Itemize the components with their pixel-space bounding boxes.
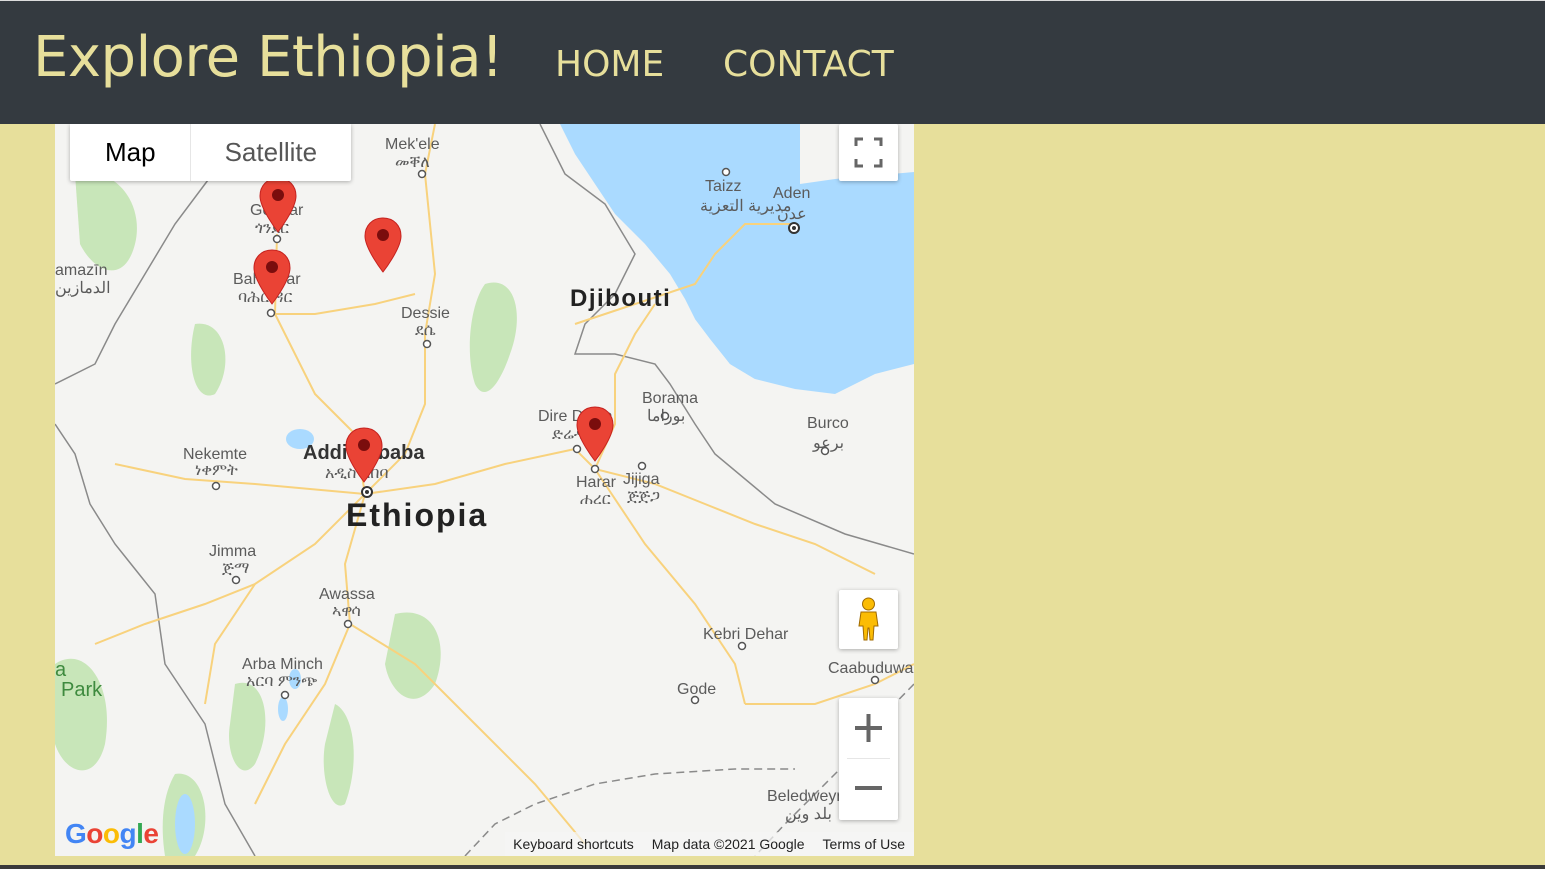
city-label-arbaminch: Arba Minch bbox=[242, 656, 323, 673]
map-marker-bahirdar[interactable] bbox=[252, 248, 292, 306]
map-type-satellite-button[interactable]: Satellite bbox=[191, 124, 352, 181]
nav-home-link[interactable]: HOME bbox=[555, 41, 664, 89]
city-label-jijiga: Jijiga bbox=[623, 471, 660, 488]
map-footer: Keyboard shortcuts Map data ©2021 Google… bbox=[505, 832, 914, 856]
zoom-in-button[interactable] bbox=[839, 698, 898, 758]
terms-of-use-link[interactable]: Terms of Use bbox=[823, 832, 905, 856]
map-type-map-button[interactable]: Map bbox=[70, 124, 191, 181]
map-data-attribution: Map data ©2021 Google bbox=[651, 836, 805, 852]
map-marker-harar[interactable] bbox=[575, 405, 615, 463]
city-label-gode: Gode bbox=[677, 681, 717, 698]
city-label-damazin-ar: الدمازين bbox=[55, 280, 111, 297]
map-type-control: Map Satellite bbox=[70, 124, 352, 181]
navbar: Explore Ethiopia! HOME CONTACT bbox=[0, 0, 1545, 124]
city-label-harar-am: ሐረር bbox=[580, 491, 611, 508]
page-bottom-edge bbox=[0, 865, 1545, 869]
city-label-beledweyne-ar: بلد وين bbox=[785, 806, 832, 823]
city-label-nekemte-am: ነቀምት bbox=[195, 462, 238, 479]
city-label-burco: Burco bbox=[807, 415, 849, 432]
city-label-dessie-am: ደሴ bbox=[415, 322, 436, 339]
map-marker-lalibela[interactable] bbox=[363, 216, 403, 274]
city-label-arbaminch-am: አርባ ምንጭ bbox=[246, 673, 318, 690]
country-label-djibouti: Djibouti bbox=[570, 285, 672, 312]
google-logo[interactable]: Google bbox=[65, 818, 159, 850]
city-label-aden-ar: عدن bbox=[777, 206, 807, 223]
country-label-ethiopia: Ethiopia bbox=[346, 497, 489, 533]
city-label-dessie: Dessie bbox=[401, 305, 450, 322]
fullscreen-icon bbox=[854, 137, 883, 168]
park-area bbox=[469, 282, 517, 393]
city-label-burco-ar: برعو bbox=[813, 435, 845, 452]
brand-title[interactable]: Explore Ethiopia! bbox=[33, 23, 503, 93]
keyboard-shortcuts-link[interactable]: Keyboard shortcuts bbox=[513, 832, 634, 856]
map-marker-gondar[interactable] bbox=[258, 176, 298, 234]
city-label-aden: Aden bbox=[773, 185, 811, 202]
city-label-jijiga-am: ጅጅጋ bbox=[627, 488, 661, 505]
city-label-borama-ar: بوراما bbox=[647, 408, 686, 425]
zoom-control bbox=[839, 698, 898, 820]
city-label-jimma: Jimma bbox=[209, 543, 257, 560]
city-label-mekele-am: መቐለ bbox=[395, 154, 430, 171]
city-label-jimma-am: ጅማ bbox=[222, 560, 250, 577]
city-label-awassa: Awassa bbox=[319, 586, 375, 603]
city-label-kebridehar: Kebri Dehar bbox=[703, 626, 789, 643]
map-marker-addis-ababa[interactable] bbox=[344, 426, 384, 484]
city-label-mekele: Mek'ele bbox=[385, 136, 440, 153]
city-label-taizz: Taizz bbox=[705, 178, 742, 195]
fullscreen-button[interactable] bbox=[839, 124, 898, 181]
google-map[interactable]: Mek'ele መቐለ Gondar ጎንደር amazīn الدمازين … bbox=[55, 124, 914, 856]
nav-contact-link[interactable]: CONTACT bbox=[723, 41, 894, 89]
pegman-icon bbox=[858, 597, 879, 641]
map-canvas[interactable] bbox=[55, 124, 914, 856]
city-label-awassa-am: ኣዋሳ bbox=[332, 603, 361, 620]
plus-icon bbox=[855, 714, 882, 742]
minus-icon bbox=[855, 786, 882, 790]
zoom-separator bbox=[847, 758, 890, 759]
street-view-pegman-button[interactable] bbox=[839, 590, 898, 649]
city-label-caabuduwaaq: Caabuduwaaq bbox=[828, 660, 914, 677]
park-label: Park bbox=[61, 679, 103, 701]
city-label-harar: Harar bbox=[576, 474, 617, 491]
zoom-out-button[interactable] bbox=[839, 760, 898, 820]
